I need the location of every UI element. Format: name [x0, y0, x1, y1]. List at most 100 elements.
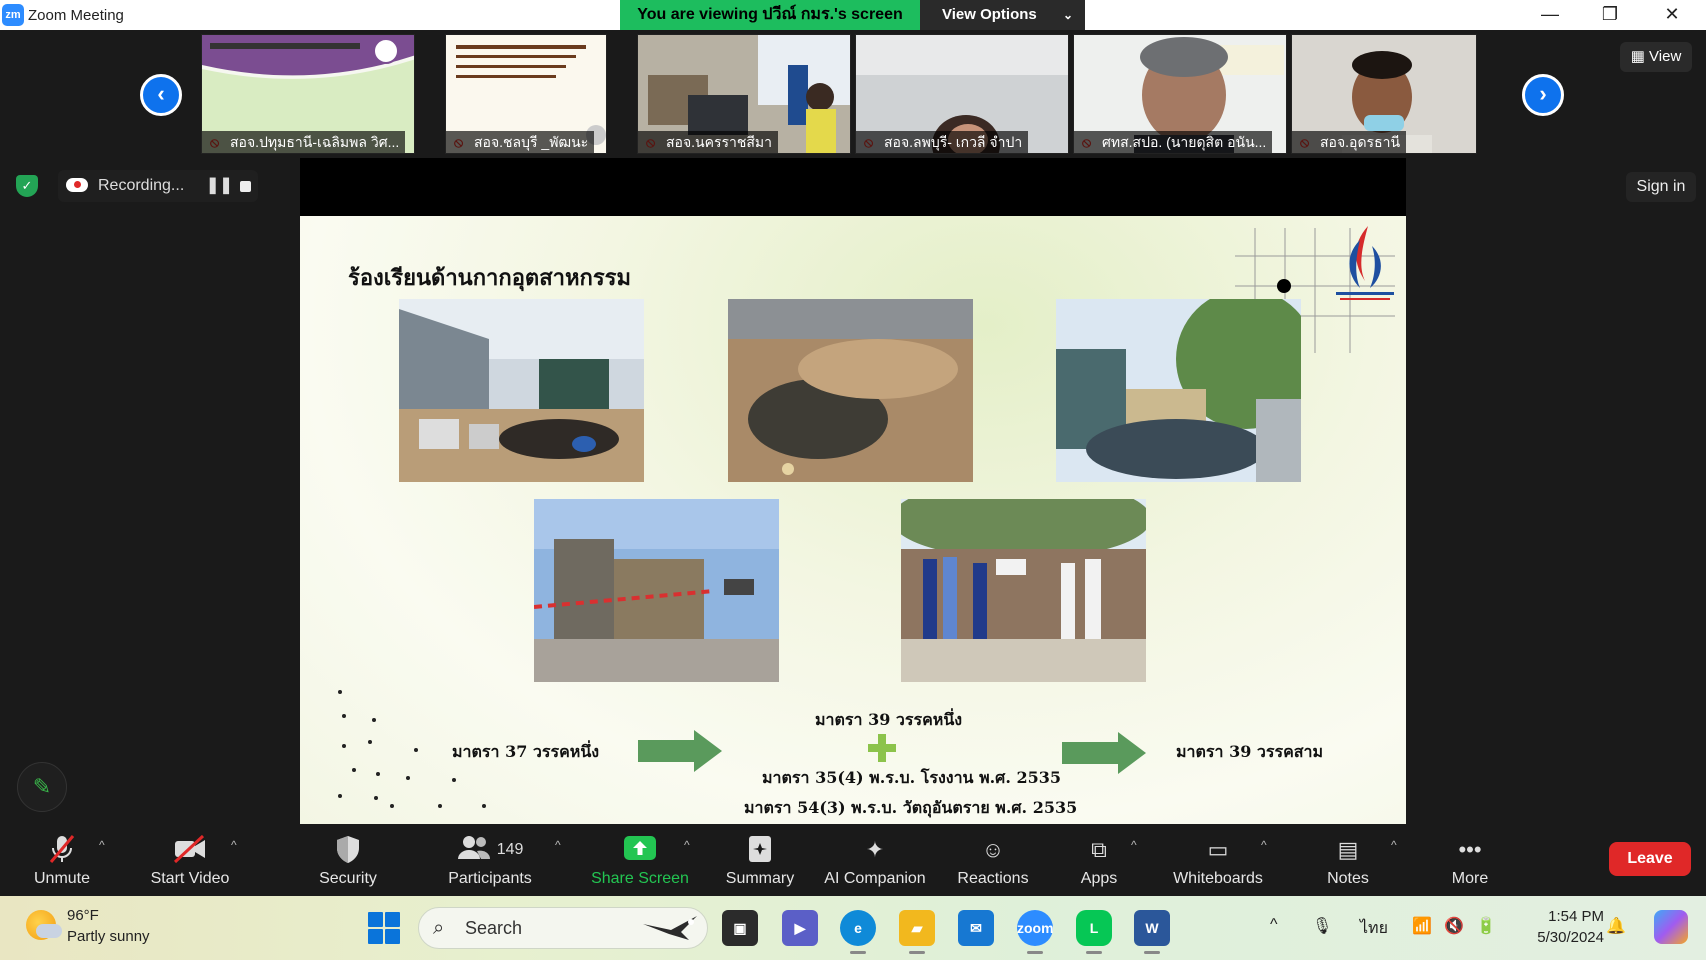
- edge-browser-icon[interactable]: e: [840, 910, 876, 954]
- recording-label: Recording...: [98, 177, 185, 194]
- cloud-recording-icon: [66, 178, 88, 192]
- right-arrow-icon: [638, 730, 722, 772]
- summary-icon: [720, 834, 800, 866]
- microphone-tray-icon[interactable]: 🎙: [1312, 916, 1332, 936]
- shield-icon: [310, 834, 386, 866]
- stop-recording-icon[interactable]: [240, 181, 251, 192]
- photo-chemical-containers: [534, 499, 779, 682]
- apps-icon: ⧉: [1091, 837, 1107, 862]
- participant-tile[interactable]: ⦸ สอจ.ลพบุรี- เกวลี จำปา: [855, 34, 1069, 154]
- apps-button[interactable]: ⧉ Apps: [1074, 834, 1124, 894]
- whiteboard-options-caret-icon[interactable]: ^: [1261, 838, 1267, 852]
- share-screen-button[interactable]: Share Screen: [588, 834, 692, 894]
- participant-tile[interactable]: ⦸ สอจ.อุดรธานี: [1291, 34, 1477, 154]
- meeting-toolbar: Unmute ^ Start Video ^ Security 149 Part…: [0, 824, 1706, 896]
- start-video-label: Start Video: [150, 870, 230, 887]
- notes-button[interactable]: ▤ Notes: [1318, 834, 1378, 894]
- apps-options-caret-icon[interactable]: ^: [1131, 838, 1137, 852]
- photo-factory-waste-3: [1056, 299, 1301, 482]
- participants-count: 149: [496, 841, 524, 858]
- participant-tile[interactable]: ⦸ สอจ.ปทุมธานี-เฉลิมพล วิศ...: [201, 34, 415, 154]
- word-app-icon[interactable]: W: [1134, 910, 1170, 954]
- audio-options-caret-icon[interactable]: ^: [99, 838, 105, 852]
- notification-bell-icon[interactable]: 🔔: [1606, 916, 1626, 936]
- windows-start-icon[interactable]: [368, 912, 400, 944]
- sign-in-button[interactable]: Sign in: [1626, 172, 1696, 202]
- photo-site-inspection-team: [901, 499, 1146, 682]
- zoom-app-icon: zm: [2, 4, 24, 26]
- smiley-plus-icon: ☺: [981, 837, 1005, 862]
- view-options-button[interactable]: View Options ⌄: [920, 0, 1085, 30]
- leave-button[interactable]: Leave: [1609, 842, 1691, 876]
- share-screen-icon: [588, 834, 692, 866]
- shared-slide: ร้องเรียนด้านกากอุตสาหกรรม มาตรา 37 วรรค…: [300, 216, 1406, 824]
- plus-icon: [868, 734, 896, 762]
- participants-options-caret-icon[interactable]: ^: [555, 838, 561, 852]
- windows-taskbar: 96°F Partly sunny ⌕ Search ▣ ▶ e ▰ ✉ zoo…: [0, 896, 1706, 960]
- input-language-indicator[interactable]: ไทย: [1360, 916, 1388, 941]
- encryption-shield-icon[interactable]: ✓: [16, 175, 38, 197]
- pause-recording-icon[interactable]: ❚❚: [206, 170, 233, 202]
- zoom-app-taskbar-icon[interactable]: zoom: [1017, 910, 1054, 954]
- summary-button[interactable]: Summary: [720, 834, 800, 894]
- search-icon: ⌕: [433, 917, 445, 939]
- mail-icon[interactable]: ✉: [958, 910, 994, 946]
- wifi-icon[interactable]: 📶: [1412, 916, 1432, 936]
- filmstrip-prev-button[interactable]: ‹: [140, 74, 182, 116]
- shared-screen-top-bar: [300, 158, 1406, 216]
- close-button[interactable]: ✕: [1642, 0, 1702, 30]
- battery-icon[interactable]: 🔋: [1476, 916, 1496, 936]
- task-view-icon[interactable]: ▣: [722, 910, 758, 946]
- minimize-button[interactable]: —: [1520, 0, 1580, 30]
- notes-options-caret-icon[interactable]: ^: [1391, 838, 1397, 852]
- video-off-icon: [140, 834, 240, 866]
- right-arrow-icon: [1062, 732, 1146, 774]
- whiteboard-icon: ▭: [1207, 837, 1229, 862]
- apps-label: Apps: [1080, 870, 1118, 887]
- mic-muted-icon: [26, 834, 98, 866]
- participant-name: ศทส.สปอ. (นายดุสิต อนัน...: [1074, 131, 1273, 153]
- reactions-button[interactable]: ☺ Reactions: [952, 834, 1034, 894]
- weather-temperature[interactable]: 96°F: [67, 907, 99, 924]
- participants-label: Participants: [448, 870, 532, 887]
- more-button[interactable]: ••• More: [1440, 834, 1500, 894]
- security-button[interactable]: Security: [310, 834, 386, 894]
- show-hidden-icons-chevron-icon[interactable]: ^: [1270, 916, 1278, 934]
- participant-tile[interactable]: ⦸ ศทส.สปอ. (นายดุสิต อนัน...: [1073, 34, 1287, 154]
- participant-tile[interactable]: ⦸ สอจ.นครราชสีมา: [637, 34, 851, 154]
- copilot-icon[interactable]: [1654, 910, 1688, 944]
- whiteboards-label: Whiteboards: [1173, 870, 1263, 887]
- view-label: View: [1649, 48, 1682, 65]
- unmute-button[interactable]: Unmute: [26, 834, 98, 894]
- photo-factory-waste-2: [728, 299, 973, 482]
- teams-chat-icon[interactable]: ▶: [782, 910, 818, 946]
- ai-companion-label: AI Companion: [824, 870, 926, 887]
- restore-button[interactable]: ❐: [1580, 0, 1640, 30]
- share-options-caret-icon[interactable]: ^: [684, 838, 690, 852]
- participant-name: สอจ.นครราชสีมา: [638, 131, 779, 153]
- taskbar-search-box[interactable]: ⌕ Search: [418, 907, 708, 949]
- notes-icon: ▤: [1337, 837, 1359, 862]
- gallery-view-icon: ▦: [1630, 48, 1645, 65]
- clock-time: 1:54 PM: [1548, 908, 1604, 925]
- annotate-pen-icon[interactable]: ✎: [17, 762, 67, 812]
- partly-sunny-icon[interactable]: [26, 910, 62, 940]
- start-video-button[interactable]: Start Video: [140, 834, 240, 894]
- law-label-right: มาตรา 39 วรรคสาม: [1176, 742, 1324, 761]
- recording-indicator: Recording... ❚❚: [58, 170, 258, 202]
- whiteboards-button[interactable]: ▭ Whiteboards: [1166, 834, 1270, 894]
- participant-name: สอจ.อุดรธานี: [1292, 131, 1407, 153]
- view-button[interactable]: ▦ View: [1620, 42, 1692, 72]
- weather-description[interactable]: Partly sunny: [67, 928, 150, 945]
- ai-companion-button[interactable]: ✦ AI Companion: [820, 834, 930, 894]
- system-clock[interactable]: 1:54 PM 5/30/2024: [1520, 906, 1604, 948]
- slide-title: ร้องเรียนด้านกากอุตสาหกรรม: [348, 265, 631, 291]
- file-explorer-icon[interactable]: ▰: [899, 910, 935, 954]
- law-label-middle-2: มาตรา 54(3) พ.ร.บ. วัตถุอันตราย พ.ศ. 253…: [744, 798, 1078, 817]
- participant-tile[interactable]: ⦸ สอจ.ชลบุรี _พัฒนะ: [445, 34, 607, 154]
- participants-button[interactable]: 149 Participants: [440, 834, 540, 894]
- speaker-muted-icon[interactable]: 🔇: [1444, 916, 1464, 936]
- line-app-icon[interactable]: L: [1076, 910, 1112, 954]
- filmstrip-next-button[interactable]: ›: [1522, 74, 1564, 116]
- video-options-caret-icon[interactable]: ^: [231, 838, 237, 852]
